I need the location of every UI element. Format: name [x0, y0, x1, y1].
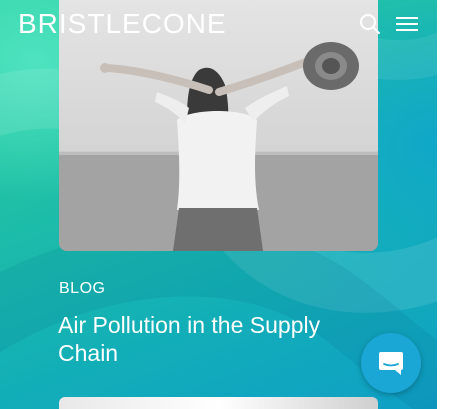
chat-icon: [379, 352, 403, 375]
chat-button[interactable]: [361, 333, 421, 393]
next-card-image[interactable]: [59, 397, 378, 409]
search-icon[interactable]: [358, 12, 382, 36]
scrollbar-gutter: [437, 0, 454, 409]
bristlecone-logo[interactable]: BRISTLECONE: [18, 8, 227, 40]
post-category[interactable]: BLOG: [59, 279, 105, 299]
menu-icon[interactable]: [396, 14, 420, 34]
page: BRISTLECONE BLOG Air Pollution in the Su…: [0, 0, 454, 409]
post-title[interactable]: Air Pollution in the Supply Chain: [58, 311, 358, 367]
site-header: BRISTLECONE: [0, 0, 437, 48]
